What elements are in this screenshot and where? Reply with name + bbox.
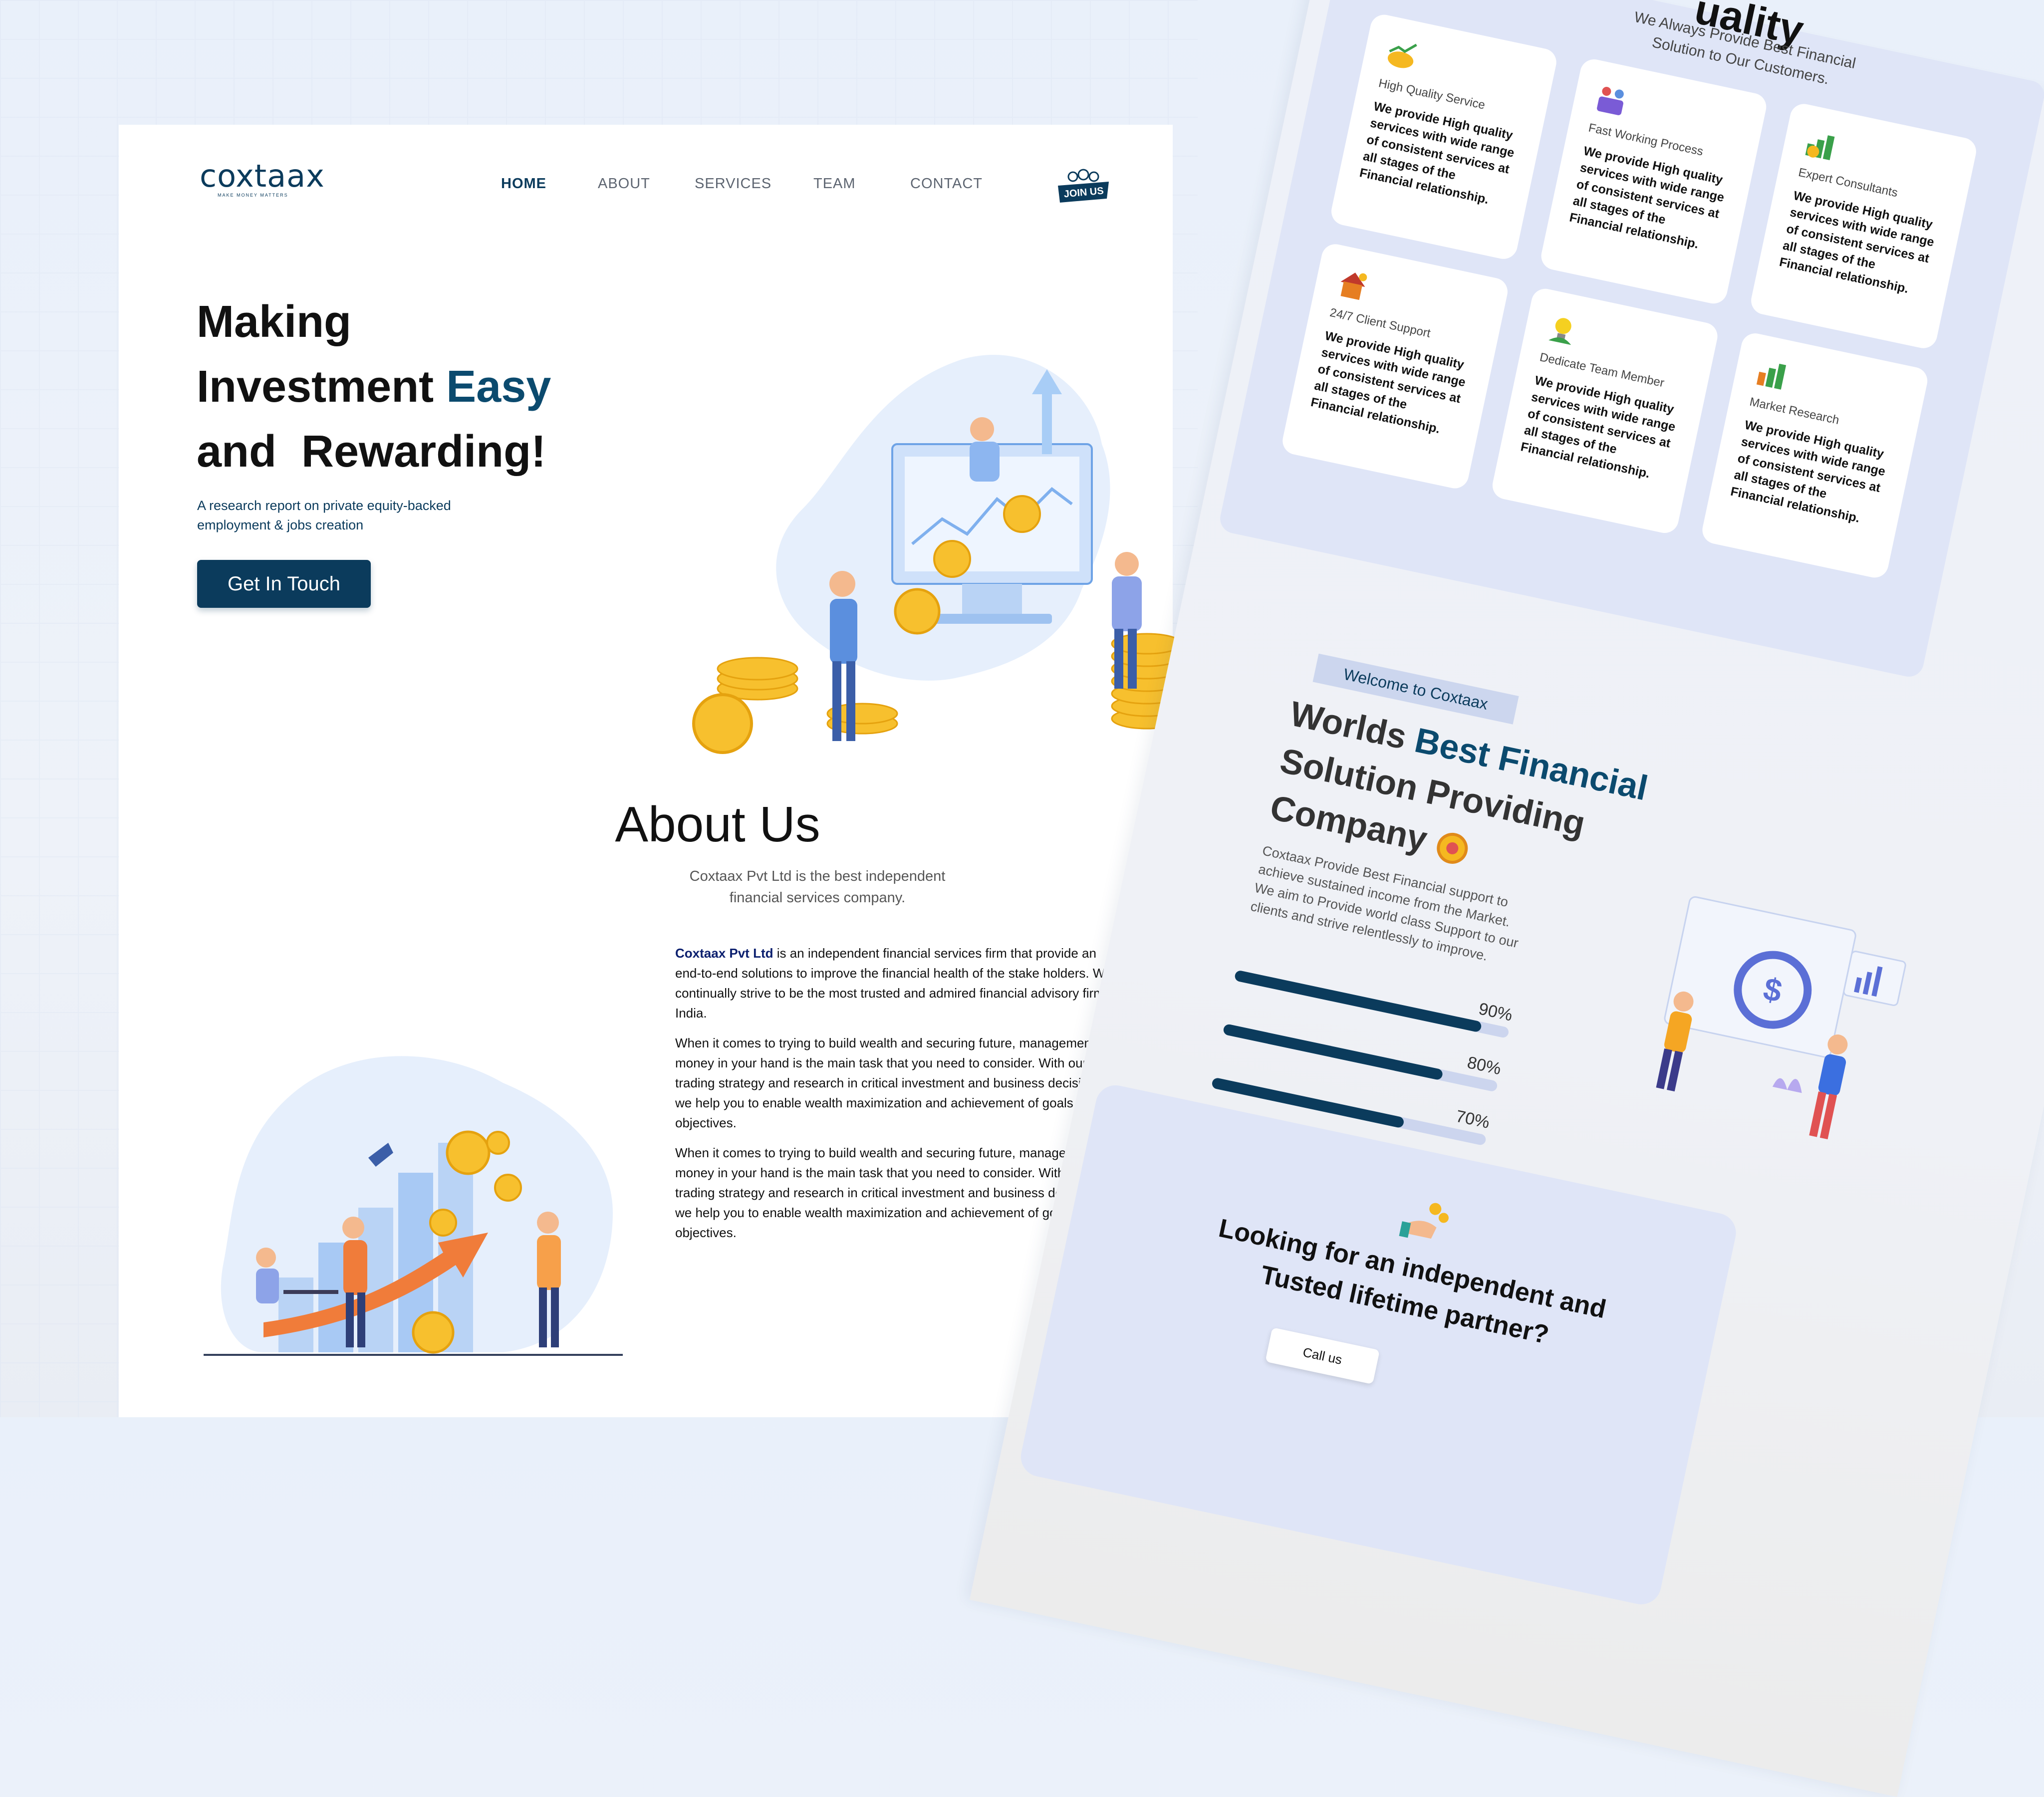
growth-illustration (204, 1056, 623, 1356)
progress-fill (1234, 970, 1483, 1033)
nav-about[interactable]: ABOUT (598, 176, 650, 192)
hero-title-line3: and Rewarding! (197, 427, 546, 477)
hero-title-investment: Investment (197, 362, 434, 412)
hero-subtitle: A research report on private equity-back… (197, 498, 451, 532)
nav-team[interactable]: TEAM (813, 176, 856, 192)
money-growth-icon (1387, 43, 1417, 68)
get-in-touch-button[interactable]: Get In Touch (197, 560, 371, 608)
progress-label: 70% (1454, 1106, 1492, 1132)
landing-page: coxtaax MAKE MONEY MATTERS HOME ABOUT SE… (119, 125, 1183, 1417)
about-paragraph-2: When it comes to trying to build wealth … (675, 1035, 1110, 1130)
progress-label: 80% (1465, 1053, 1503, 1079)
progress-track (1234, 970, 1510, 1039)
nav-contact[interactable]: CONTACT (910, 176, 983, 192)
about-brand-link[interactable]: Coxtaax Pvt Ltd (675, 946, 773, 961)
about-title: About Us (615, 796, 820, 852)
progress-bar-2: 80% (1222, 1002, 1503, 1092)
partner-panel (1017, 1081, 1740, 1608)
investment-illustration (692, 355, 1183, 754)
logo[interactable]: coxtaax MAKE MONEY MATTERS (200, 158, 325, 201)
logo-wordmark: coxtaax (200, 158, 325, 194)
medal-icon (1437, 832, 1468, 864)
progress-track (1222, 1023, 1499, 1092)
progress-bar-3: 70% (1211, 1055, 1491, 1146)
team-icon (1597, 87, 1624, 115)
about-paragraph-1: Coxtaax Pvt Ltd is an independent financ… (675, 943, 1124, 1023)
chart-icon (1805, 135, 1835, 160)
join-us-badge[interactable]: JOIN US (1055, 167, 1112, 204)
home-icon (1340, 272, 1367, 300)
bulb-icon (1548, 318, 1571, 345)
nav-services[interactable]: SERVICES (695, 176, 771, 192)
hero-title-line1: Making (197, 297, 352, 347)
nav-home[interactable]: HOME (501, 176, 546, 192)
hero-title: Making Investment Easy and Rewarding! (197, 289, 551, 484)
hero-title-easy: Easy (446, 362, 551, 412)
join-us-icon: JOIN US (1058, 169, 1109, 203)
bar-chart-icon (1756, 363, 1787, 390)
progress-label: 90% (1477, 999, 1515, 1025)
finance-team-illustration: $ (1656, 896, 1906, 1140)
about-subtitle: Coxtaax Pvt Ltd is the best independent … (689, 868, 946, 906)
hero-title-line2: Investment Easy (197, 354, 551, 419)
